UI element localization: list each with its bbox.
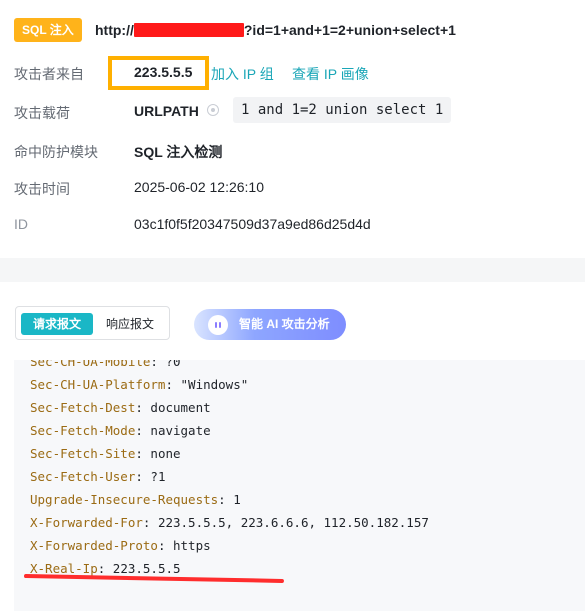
request-message-panel[interactable]: Sec-CH-UA-Mobile: ?0 Sec-CH-UA-Platform:… <box>14 360 585 611</box>
message-tabs: 请求报文 响应报文 <box>15 306 170 340</box>
section-divider <box>0 258 585 282</box>
id-value: 03c1f0f5f20347509d37a9ed86d25d4d <box>134 216 371 232</box>
request-line: Sec-Fetch-Site: none <box>30 446 181 461</box>
attack-type-tag: SQL 注入 <box>14 18 82 42</box>
info-icon <box>207 104 219 116</box>
request-line: Upgrade-Insecure-Requests: 1 <box>30 492 241 507</box>
ai-analysis-button[interactable]: 智能 AI 攻击分析 <box>194 309 346 340</box>
id-label: ID <box>14 216 28 232</box>
module-label: 命中防护模块 <box>14 144 98 160</box>
redacted-host <box>133 23 244 37</box>
request-line: Sec-Fetch-User: ?1 <box>30 469 166 484</box>
tab-response[interactable]: 响应报文 <box>94 313 166 335</box>
request-line: Sec-Fetch-Dest: document <box>30 400 211 415</box>
time-value: 2025-06-02 12:26:10 <box>134 179 264 195</box>
ai-analysis-label: 智能 AI 攻击分析 <box>239 317 330 331</box>
payload-value: 1 and 1=2 union select 1 <box>233 97 452 123</box>
request-line: Sec-CH-UA-Mobile: ?0 <box>30 360 181 369</box>
attacker-ip: 223.5.5.5 <box>134 64 193 80</box>
attack-url: http:// ?id=1+and+1=2+union+select+1 <box>95 22 456 38</box>
request-line: Sec-Fetch-Mode: navigate <box>30 423 211 438</box>
tab-request[interactable]: 请求报文 <box>21 313 94 335</box>
module-value: SQL 注入检测 <box>134 144 223 160</box>
time-label: 攻击时间 <box>14 181 70 197</box>
payload-location: URLPATH <box>134 103 199 119</box>
view-ip-profile-link[interactable]: 查看 IP 画像 <box>292 64 369 84</box>
ai-robot-icon <box>208 315 228 335</box>
attacker-label: 攻击者来自 <box>14 66 84 82</box>
url-prefix: http:// <box>95 22 134 38</box>
request-line: X-Forwarded-For: 223.5.5.5, 223.6.6.6, 1… <box>30 515 429 530</box>
request-line: X-Forwarded-Proto: https <box>30 538 211 553</box>
payload-label: 攻击载荷 <box>14 105 70 121</box>
add-to-ip-group-link[interactable]: 加入 IP 组 <box>211 64 274 84</box>
request-line: Sec-CH-UA-Platform: "Windows" <box>30 377 249 392</box>
url-query: ?id=1+and+1=2+union+select+1 <box>243 22 456 38</box>
